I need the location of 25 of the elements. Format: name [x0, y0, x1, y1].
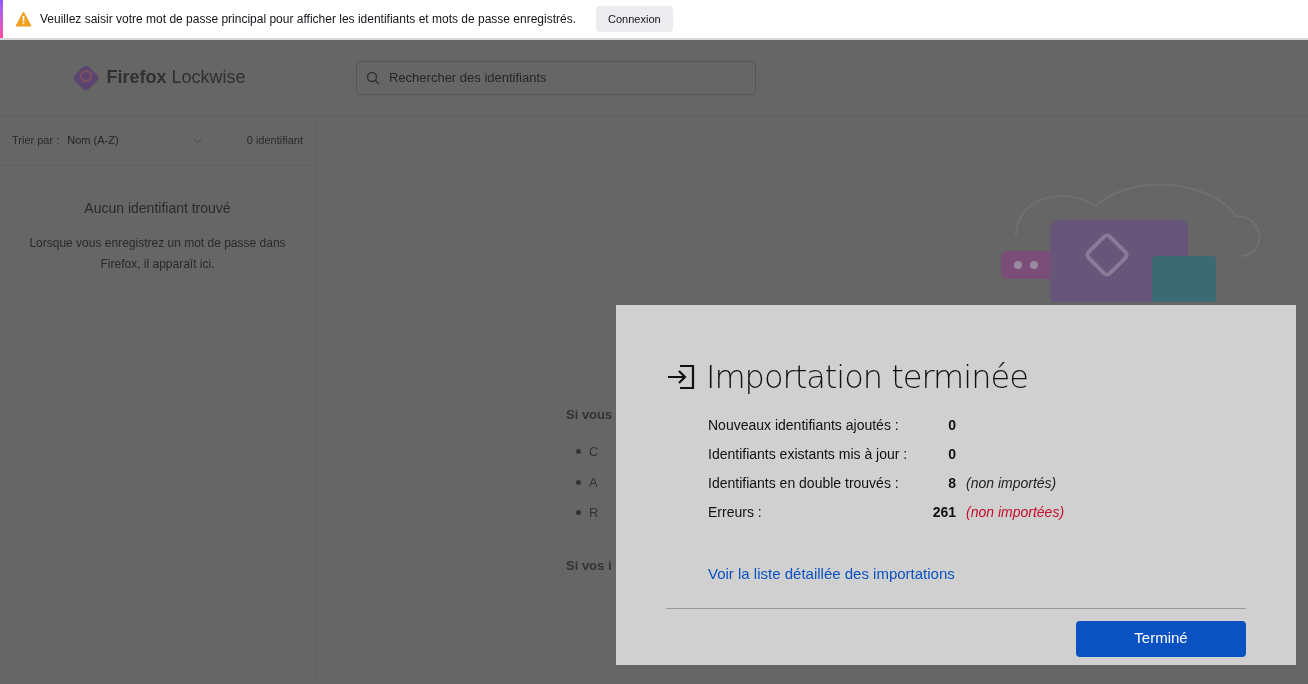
search-icon — [366, 70, 380, 85]
empty-title: Aucun identifiant trouvé — [83, 199, 232, 218]
done-button[interactable]: Terminé — [1076, 620, 1246, 657]
stat-value: 261 — [931, 503, 956, 522]
login-button[interactable]: Connexion — [596, 6, 673, 32]
stat-label: Erreurs : — [708, 503, 763, 522]
stat-label: Nouveaux identifiants ajoutés : — [708, 416, 900, 435]
stat-note: (non importés) — [966, 474, 1057, 493]
notification-message: Veuillez saisir votre mot de passe principal pour afficher les identifiants et mots de passe enregistrés. — [40, 11, 577, 28]
details-link[interactable]: Voir la liste détaillée des importations — [708, 563, 955, 586]
stat-label: Identifiants existants mis à jour : — [708, 445, 909, 464]
stat-label: Identifiants en double trouvés : — [708, 474, 900, 493]
chevron-icon — [193, 137, 203, 144]
import-icon — [666, 364, 696, 390]
warning-icon — [15, 11, 32, 27]
bullet-icon — [576, 449, 581, 455]
dialog-title: Importation terminée — [706, 357, 1028, 398]
stat-value: 0 — [947, 416, 956, 435]
stat-note: (non importées) — [966, 503, 1065, 522]
bullet-icon — [576, 510, 581, 516]
bullet-icon — [576, 479, 581, 485]
search-field[interactable]: Rechercher des identifiants — [356, 60, 756, 95]
sort-label: Trier par : — [12, 133, 60, 149]
stat-value: 8 — [947, 474, 956, 493]
stat-value: 0 — [947, 445, 956, 464]
